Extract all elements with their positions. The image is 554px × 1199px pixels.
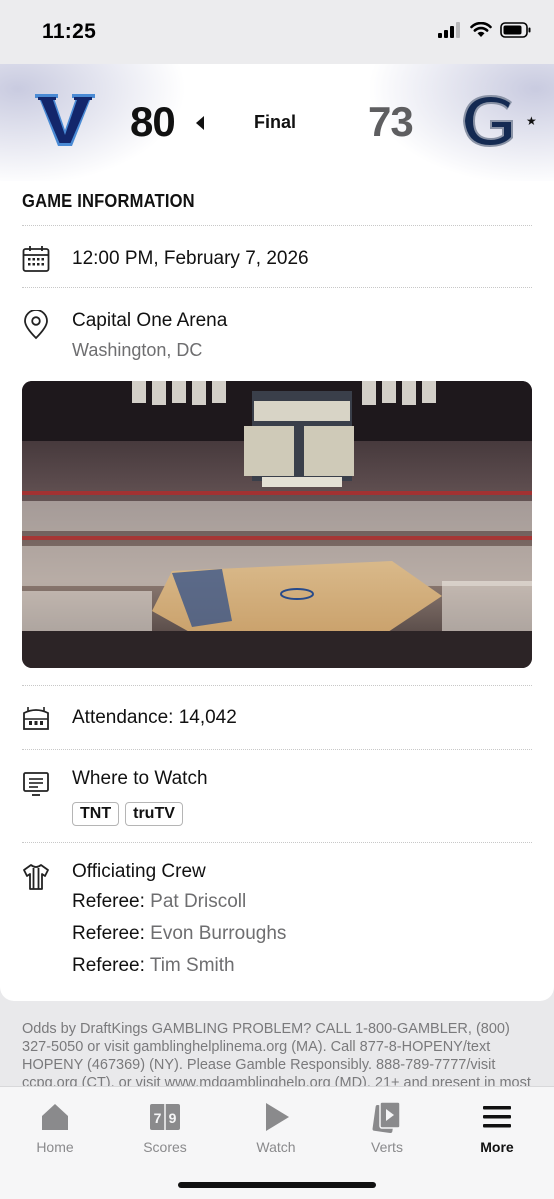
scores-icon: 7 9 bbox=[150, 1104, 180, 1130]
svg-text:9: 9 bbox=[169, 1110, 177, 1126]
status-time: 11:25 bbox=[42, 20, 97, 43]
tab-label: Watch bbox=[256, 1139, 296, 1155]
game-status: Final bbox=[253, 112, 296, 132]
divider bbox=[22, 749, 532, 750]
tab-verts[interactable]: Verts bbox=[342, 1097, 432, 1155]
arena-seats-icon bbox=[23, 707, 49, 730]
venue-location: Washington, DC bbox=[72, 340, 203, 360]
divider bbox=[22, 842, 532, 843]
status-bar: 11:25 bbox=[0, 0, 554, 64]
home-score: 80 bbox=[130, 98, 176, 145]
where-to-watch-title: Where to Watch bbox=[72, 768, 208, 789]
play-icon bbox=[266, 1103, 289, 1131]
svg-text:7: 7 bbox=[154, 1110, 162, 1126]
arena-photo-illustration bbox=[22, 381, 532, 668]
tab-scores[interactable]: 7 9 Scores bbox=[120, 1097, 210, 1155]
location-pin-icon bbox=[24, 310, 48, 340]
referee-name: Evon Burroughs bbox=[150, 923, 287, 944]
away-score: 73 bbox=[368, 98, 414, 145]
referee-role: Referee: bbox=[72, 891, 145, 912]
divider bbox=[22, 287, 532, 288]
referee-name: Tim Smith bbox=[149, 955, 235, 976]
georgetown-g-logo[interactable] bbox=[460, 94, 518, 148]
winner-indicator-icon bbox=[196, 116, 204, 130]
section-title: GAME INFORMATION bbox=[22, 191, 195, 211]
divider bbox=[22, 685, 532, 686]
arena-photo bbox=[22, 381, 532, 668]
home-indicator[interactable] bbox=[178, 1182, 376, 1188]
tab-label: Home bbox=[36, 1139, 74, 1155]
tv-guide-icon bbox=[23, 772, 49, 796]
referee-jersey-icon bbox=[23, 864, 49, 890]
wifi-icon bbox=[470, 22, 492, 37]
referee-name: Pat Driscoll bbox=[150, 891, 247, 912]
scoreboard[interactable]: 80 Final 73 ★ bbox=[0, 64, 554, 181]
favorite-star-icon[interactable]: ★ bbox=[526, 114, 537, 128]
network-badges: TNT truTV bbox=[72, 802, 183, 826]
referee-role: Referee: bbox=[72, 955, 145, 976]
calendar-icon bbox=[22, 246, 50, 272]
status-icons bbox=[438, 22, 532, 38]
battery-icon bbox=[500, 22, 531, 38]
tab-watch[interactable]: Watch bbox=[231, 1097, 321, 1155]
network-badge-tnt[interactable]: TNT bbox=[72, 802, 120, 826]
tab-more[interactable]: More bbox=[452, 1097, 542, 1155]
referee-row: Referee: Tim Smith bbox=[72, 955, 235, 977]
verts-icon bbox=[372, 1101, 401, 1134]
game-information-card: GAME INFORMATION 12:00 PM, February 7, 2… bbox=[0, 181, 554, 1001]
menu-icon bbox=[483, 1106, 511, 1128]
referee-row: Referee: Evon Burroughs bbox=[72, 923, 286, 945]
network-badge-trutv[interactable]: truTV bbox=[125, 802, 183, 826]
cellular-signal-icon bbox=[438, 22, 460, 38]
divider bbox=[22, 225, 532, 226]
referee-row: Referee: Pat Driscoll bbox=[72, 891, 246, 913]
attendance: Attendance: 14,042 bbox=[72, 707, 237, 728]
tab-home[interactable]: Home bbox=[10, 1097, 100, 1155]
officiating-crew-title: Officiating Crew bbox=[72, 861, 206, 882]
tab-bar: Home 7 9 Scores Watch Verts More bbox=[0, 1086, 554, 1199]
game-datetime: 12:00 PM, February 7, 2026 bbox=[72, 248, 309, 269]
tab-label: Scores bbox=[143, 1139, 187, 1155]
tab-label: Verts bbox=[371, 1139, 403, 1155]
venue-name[interactable]: Capital One Arena bbox=[72, 310, 227, 332]
tab-label: More bbox=[480, 1139, 514, 1155]
villanova-v-logo[interactable] bbox=[34, 92, 96, 148]
home-icon bbox=[42, 1104, 68, 1130]
referee-role: Referee: bbox=[72, 923, 145, 944]
